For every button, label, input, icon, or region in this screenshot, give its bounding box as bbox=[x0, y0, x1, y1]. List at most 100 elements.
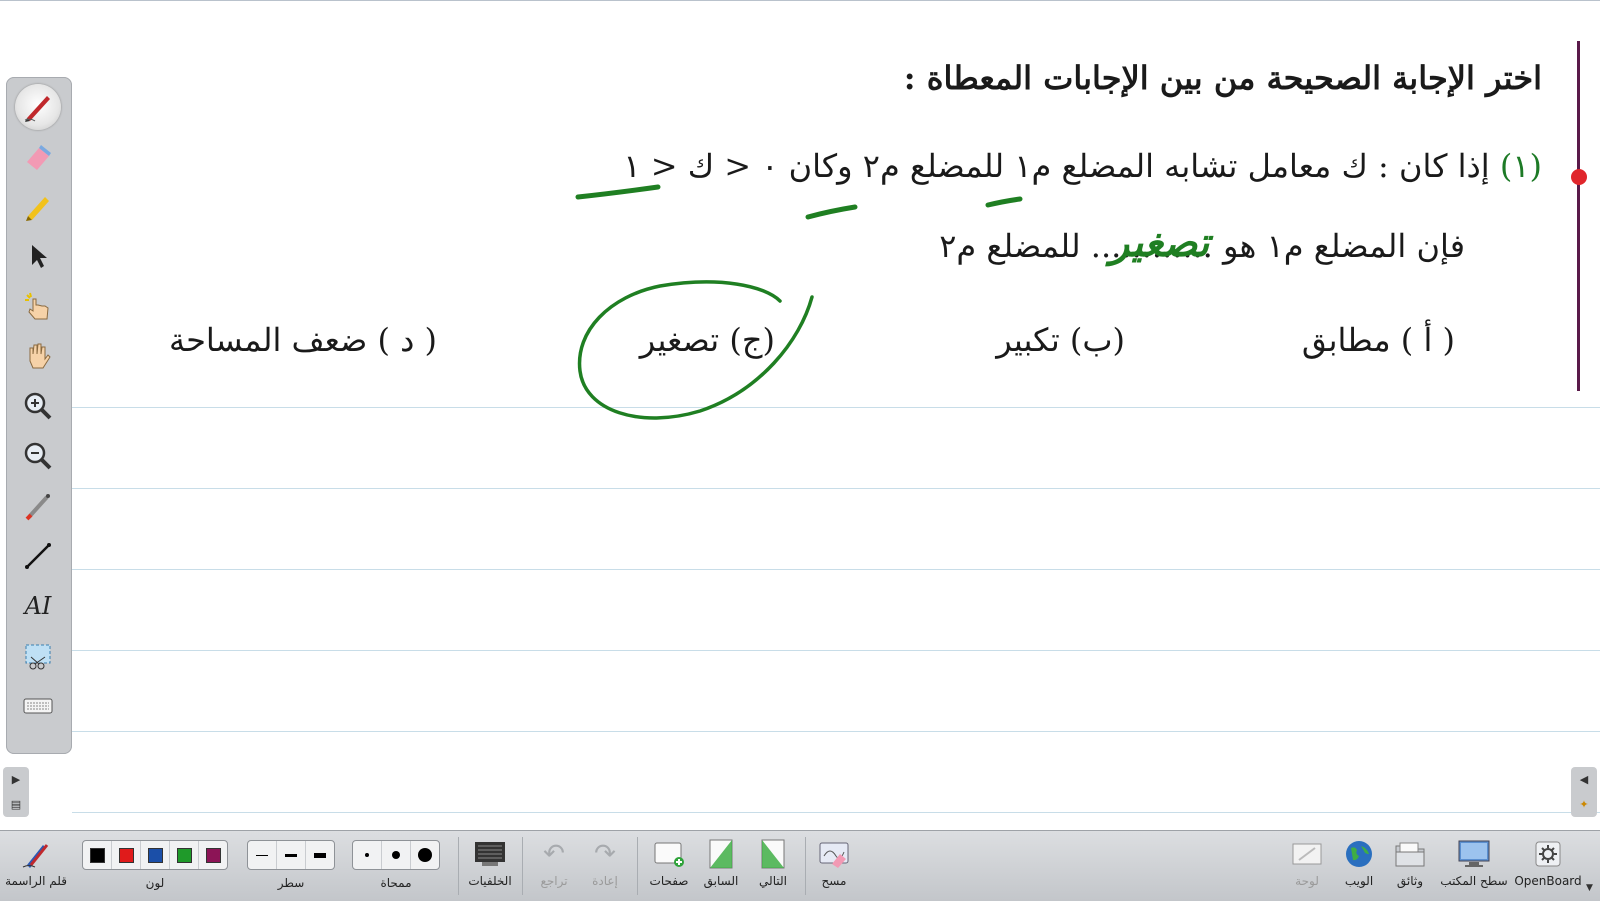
eraser-size-large[interactable] bbox=[411, 841, 439, 869]
desktop-icon bbox=[1455, 837, 1493, 871]
zoom-in-icon bbox=[24, 392, 52, 420]
line-width-thick[interactable] bbox=[306, 841, 334, 869]
pages-label: صفحات bbox=[649, 874, 689, 888]
option-d: ( د ) ضعف المساحة bbox=[168, 321, 437, 359]
expand-right-icon: ▶ bbox=[11, 773, 21, 786]
desktop-label: سطح المكتب bbox=[1440, 874, 1508, 888]
zoom-in-tool[interactable] bbox=[14, 384, 62, 428]
color-red[interactable] bbox=[112, 841, 141, 869]
capture-tool[interactable] bbox=[14, 634, 62, 678]
ink-underline bbox=[575, 184, 661, 200]
desktop-mode-button[interactable]: سطح المكتب bbox=[1440, 837, 1508, 888]
clear-page-button[interactable]: مسح bbox=[812, 837, 856, 888]
zoom-out-tool[interactable] bbox=[14, 434, 62, 478]
question-number: (١) bbox=[1499, 147, 1542, 185]
eraser-size-group: ممحاة bbox=[352, 837, 440, 890]
ruled-line bbox=[72, 569, 1600, 570]
line-tool[interactable] bbox=[14, 534, 62, 578]
option-b: (ب) تكبير bbox=[996, 321, 1125, 359]
clear-page-icon bbox=[815, 837, 853, 871]
next-page-icon bbox=[754, 837, 792, 871]
text-icon: AI bbox=[24, 592, 52, 620]
interact-tool[interactable] bbox=[14, 284, 62, 328]
eraser-tool[interactable] bbox=[14, 135, 62, 179]
marker-tool[interactable] bbox=[14, 185, 62, 229]
right-panel-toggle[interactable]: ◀ ✦ bbox=[1571, 767, 1597, 817]
question-title: اختر الإجابة الصحيحة من بين الإجابات الم… bbox=[903, 59, 1542, 97]
toolbar-separator bbox=[458, 837, 459, 895]
line-icon bbox=[25, 543, 51, 569]
color-group: لون bbox=[82, 837, 228, 890]
web-mode-button[interactable]: الويب bbox=[1336, 837, 1382, 888]
color-black[interactable] bbox=[83, 841, 112, 869]
ruled-line bbox=[72, 731, 1600, 732]
pages-button[interactable]: صفحات bbox=[646, 837, 692, 888]
option-a: ( أ ) مطابق bbox=[1301, 321, 1455, 359]
line-label: سطر bbox=[277, 876, 305, 890]
option-c: (ج) تصغير bbox=[639, 321, 775, 359]
keyboard-tool[interactable] bbox=[14, 684, 62, 728]
ink-underline bbox=[805, 204, 858, 220]
pen-tool[interactable] bbox=[15, 84, 61, 130]
color-swatch bbox=[147, 847, 163, 863]
left-panel-toggle[interactable]: ▶ ▤ bbox=[3, 767, 29, 817]
whiteboard-canvas[interactable]: اختر الإجابة الصحيحة من بين الإجابات الم… bbox=[0, 0, 1600, 830]
board-mode-button[interactable]: لوحة bbox=[1284, 837, 1330, 888]
previous-label: السابق bbox=[703, 874, 739, 888]
add-page-icon bbox=[650, 837, 688, 871]
eraser-size-small[interactable] bbox=[353, 841, 382, 869]
board-label: لوحة bbox=[1295, 874, 1319, 888]
question-1-line-1: (١) إذا كان : ك معامل تشابه المضلع م١ لل… bbox=[623, 147, 1542, 185]
eraser-icon bbox=[27, 145, 51, 170]
color-purple[interactable] bbox=[199, 841, 227, 869]
thin-line-icon bbox=[256, 854, 268, 856]
toolbar-separator bbox=[805, 837, 806, 895]
openboard-menu-button[interactable]: OpenBoard bbox=[1514, 837, 1582, 888]
redo-button[interactable]: ↷ إعادة bbox=[583, 837, 627, 888]
bottom-toolbar: قلم الراسمة لون سطر ممحاة الخلفيات ↶ ترا… bbox=[0, 830, 1600, 901]
expand-left-icon: ◀ bbox=[1579, 773, 1589, 786]
redo-icon: ↷ bbox=[594, 839, 616, 869]
laser-pointer-tool[interactable] bbox=[14, 484, 62, 528]
previous-page-button[interactable]: السابق bbox=[698, 837, 744, 888]
globe-icon bbox=[1340, 837, 1378, 871]
margin-marker-dot bbox=[1571, 169, 1587, 185]
selector-tool[interactable] bbox=[14, 234, 62, 278]
redo-label: إعادة bbox=[592, 874, 618, 888]
tool-palette: AI bbox=[6, 77, 72, 754]
next-page-button[interactable]: التالي bbox=[750, 837, 796, 888]
settings-icon bbox=[1529, 837, 1567, 871]
hand-icon bbox=[29, 343, 51, 369]
backgrounds-button[interactable]: الخلفيات bbox=[466, 837, 514, 888]
text-tool[interactable]: AI bbox=[14, 584, 62, 628]
color-label: لون bbox=[145, 876, 165, 890]
color-swatch bbox=[118, 847, 134, 863]
line-width-medium[interactable] bbox=[277, 841, 306, 869]
handwritten-answer: تصغير bbox=[1110, 219, 1210, 266]
line-width-group: سطر bbox=[247, 837, 335, 890]
undo-button[interactable]: ↶ تراجع bbox=[532, 837, 576, 888]
previous-page-icon bbox=[702, 837, 740, 871]
board-icon bbox=[1288, 837, 1326, 871]
menu-dropdown-icon[interactable]: ▼ bbox=[1586, 883, 1593, 893]
stylus-palette-button[interactable]: قلم الراسمة bbox=[5, 837, 67, 888]
documents-mode-button[interactable]: وثائق bbox=[1387, 837, 1433, 888]
arrow-cursor-icon bbox=[32, 245, 47, 268]
eraser-size-medium[interactable] bbox=[382, 841, 411, 869]
zoom-out-icon bbox=[24, 442, 52, 470]
stylus-label: قلم الراسمة bbox=[5, 874, 67, 888]
folder-icon bbox=[1391, 837, 1429, 871]
color-blue[interactable] bbox=[141, 841, 170, 869]
question-1-text: إذا كان : ك معامل تشابه المضلع م١ للمضلع… bbox=[623, 147, 1490, 185]
hand-tool[interactable] bbox=[14, 334, 62, 378]
openboard-label: OpenBoard bbox=[1514, 874, 1582, 888]
library-panel-icon: ✦ bbox=[1579, 798, 1589, 811]
pointing-hand-icon bbox=[25, 292, 49, 320]
line-width-thin[interactable] bbox=[248, 841, 277, 869]
color-green[interactable] bbox=[170, 841, 199, 869]
stylus-icon bbox=[17, 837, 55, 871]
ruled-line bbox=[72, 407, 1600, 408]
eraser-label: ممحاة bbox=[380, 876, 412, 890]
large-dot-icon bbox=[418, 848, 432, 862]
next-label: التالي bbox=[759, 874, 787, 888]
